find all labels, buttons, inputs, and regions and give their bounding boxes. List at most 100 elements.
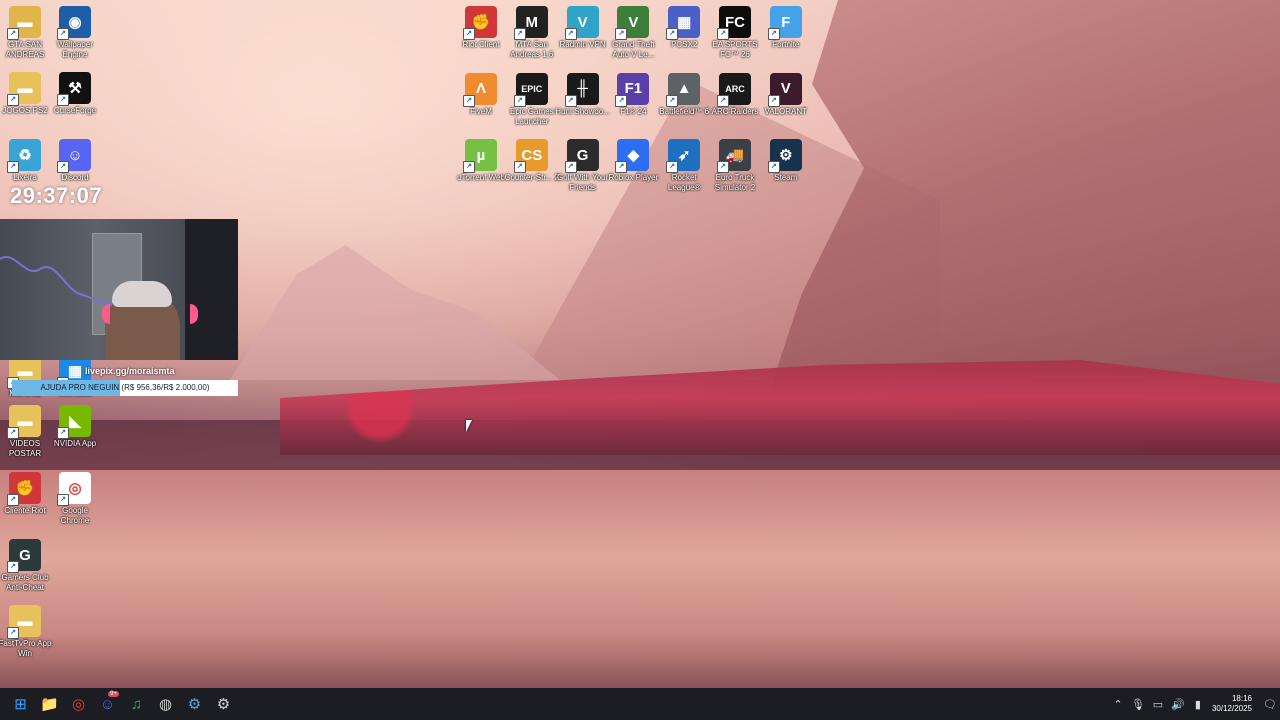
shortcut-arrow-icon: ↗ bbox=[615, 28, 628, 40]
desktop-icon-riot-client[interactable]: ✊ ↗ Riot Client bbox=[453, 4, 509, 50]
microphone-icon[interactable]: 🎙 bbox=[1128, 698, 1148, 711]
taskbar-apps: ⊞ 📁 ◎ ☺ 9+ ♫ ◍ ⚙ ⚙ bbox=[6, 688, 238, 720]
shortcut-arrow-icon: ↗ bbox=[7, 427, 19, 439]
desktop-icon-fortnite[interactable]: F ↗ Fortnite bbox=[758, 4, 814, 50]
shortcut-arrow-icon: ↗ bbox=[57, 494, 69, 506]
battlefield-6-icon: ▲ ↗ bbox=[666, 72, 701, 107]
desktop-icon-label: Steam bbox=[774, 173, 798, 182]
desktop-icon-label: Discord bbox=[61, 173, 89, 182]
desktop-icon-label: Wallpaper Engine bbox=[57, 40, 93, 59]
desktop-icon-cliente-riot[interactable]: ✊ ↗ Cliente Riot bbox=[0, 470, 53, 516]
desktop-icon-label: FiveM bbox=[470, 106, 492, 116]
taskbar: ⊞ 📁 ◎ ☺ 9+ ♫ ◍ ⚙ ⚙ ⌃ 🎙 ▭ 🔊 ▮ 18:16 30/12/2025 🗨 bbox=[0, 688, 1280, 720]
settings-icon[interactable]: ⚙ bbox=[209, 688, 238, 720]
chevron-up-icon[interactable]: ⌃ bbox=[1108, 698, 1128, 711]
shortcut-arrow-icon: ↗ bbox=[615, 94, 628, 107]
battery-icon[interactable]: ▮ bbox=[1188, 698, 1208, 711]
desktop-icon-mta-san-andreas[interactable]: M ↗ MTA San Andreas 1.6 bbox=[504, 4, 560, 60]
desktop-icon-ea-fc-26[interactable]: FC ↗ EA SPORTS FC™ 26 bbox=[707, 4, 763, 60]
wallpaper-engine-icon: ◉ ↗ bbox=[57, 6, 91, 40]
desktop-icon-utorrent[interactable]: µ ↗ uTorrent Web bbox=[453, 137, 509, 183]
desktop-icon-roblox-player[interactable]: ◆ ↗ Roblox Player bbox=[605, 137, 661, 183]
webcam-wall bbox=[185, 219, 238, 360]
curseforge-icon: ⚒ ↗ bbox=[57, 72, 91, 106]
desktop-icon-pcsx2[interactable]: ▦ ↗ PCSX2 bbox=[656, 4, 712, 50]
desktop-icon-counter-strike-2[interactable]: CS ↗ Counter-Str... 2 bbox=[504, 137, 560, 183]
desktop-icon-label: Gamers Club Anti-Cheat bbox=[1, 573, 49, 592]
discord-icon: ☺ ↗ bbox=[57, 139, 91, 173]
shortcut-arrow-icon: ↗ bbox=[717, 28, 729, 40]
desktop-icon-label: Cliente Riot bbox=[4, 506, 46, 515]
valorant-icon: V ↗ bbox=[767, 72, 802, 107]
shortcut-arrow-icon: ↗ bbox=[7, 161, 19, 173]
taskbar-clock[interactable]: 18:16 30/12/2025 bbox=[1212, 694, 1252, 714]
desktop-icon-wallpaper-engine[interactable]: ◉ ↗ Wallpaper Engine bbox=[47, 4, 103, 60]
desktop-icon-label: Epic Games Launcher bbox=[510, 106, 554, 126]
shortcut-arrow-icon: ↗ bbox=[717, 94, 729, 107]
webcam-overlay bbox=[0, 219, 238, 360]
shortcut-arrow-icon: ↗ bbox=[57, 28, 69, 40]
f1-24-icon: F1 ↗ bbox=[615, 72, 650, 107]
desktop-icon-discord[interactable]: ☺ ↗ Discord bbox=[47, 137, 103, 183]
desktop-icon-jogos-ps2[interactable]: ▬ ↗ JOGOS PS2 bbox=[0, 70, 53, 116]
desktop-icon-f1-24[interactable]: F1 ↗ F1® 24 bbox=[605, 71, 661, 117]
desktop-icon-radmin-vpn[interactable]: V ↗ Radmin VPN bbox=[555, 4, 611, 50]
notification-icon[interactable]: 🗨 bbox=[1260, 698, 1280, 711]
desktop-icon-golf-with-friends[interactable]: G ↗ Golf With Your Friends bbox=[555, 137, 611, 193]
desktop-icon-label: EA SPORTS FC™ 26 bbox=[712, 40, 758, 59]
desktop-icon-gamers-club[interactable]: G ↗ Gamers Club Anti-Cheat bbox=[0, 537, 53, 593]
desktop-icon-label: ARC Raiders bbox=[711, 106, 759, 116]
desktop-icon-fasttvpro[interactable]: ▬ ↗ FastTvPro App Win bbox=[0, 603, 53, 659]
start-button[interactable]: ⊞ bbox=[6, 688, 35, 720]
file-explorer-icon[interactable]: 📁 bbox=[35, 688, 64, 720]
desktop-icon-label: JOGOS PS2 bbox=[2, 106, 48, 115]
gamers-club-icon: G ↗ bbox=[7, 539, 41, 573]
desktop-icon-google-chrome[interactable]: ◎ ↗ Google Chrome bbox=[47, 470, 103, 526]
desktop-icon-epic-games[interactable]: EPIC ↗ Epic Games Launcher bbox=[504, 71, 560, 127]
mouse-cursor-icon bbox=[466, 420, 472, 432]
counter-strike-2-icon: CS ↗ bbox=[513, 139, 548, 173]
desktop-icon-hunt-showdown[interactable]: ╫ ↗ Hunt Showdo... bbox=[555, 71, 611, 117]
euro-truck-icon: 🚚 ↗ bbox=[717, 139, 751, 173]
desktop-icon-euro-truck[interactable]: 🚚 ↗ Euro Truck Simulator 2 bbox=[707, 137, 763, 193]
desktop-icon-gta-v[interactable]: V ↗ Grand Theft Auto V Le... bbox=[605, 4, 661, 60]
roblox-player-icon: ◆ ↗ bbox=[615, 139, 650, 173]
taskbar-date: 30/12/2025 bbox=[1211, 704, 1252, 713]
chrome-icon[interactable]: ◎ bbox=[64, 688, 93, 720]
shortcut-arrow-icon: ↗ bbox=[615, 161, 628, 173]
desktop-icon-label: Rocket League® bbox=[667, 173, 701, 192]
shortcut-arrow-icon: ↗ bbox=[666, 161, 679, 173]
shortcut-arrow-icon: ↗ bbox=[7, 561, 19, 573]
steam-icon: ⚙ ↗ bbox=[767, 139, 802, 173]
obs-icon[interactable]: ◍ bbox=[151, 688, 180, 720]
riot-client-icon: ✊ ↗ bbox=[463, 6, 497, 40]
desktop-icon-label: Counter-Str... 2 bbox=[504, 173, 559, 182]
desktop-icon-curseforge[interactable]: ⚒ ↗ CurseForge bbox=[47, 70, 103, 116]
desktop-icon-label: PCSX2 bbox=[671, 40, 698, 49]
volume-icon[interactable]: 🔊 bbox=[1168, 698, 1188, 711]
discord-icon[interactable]: ☺ 9+ bbox=[93, 688, 122, 720]
shortcut-arrow-icon: ↗ bbox=[717, 161, 729, 173]
desktop-icon-label: Golf With Your Friends bbox=[557, 173, 609, 192]
desktop-icon-nvidia-app[interactable]: ◣ ↗ NVIDIA App bbox=[47, 403, 103, 449]
desktop-icon-videos-postar[interactable]: ▬ ↗ VIDEOS POSTAR bbox=[0, 403, 53, 459]
spotify-icon[interactable]: ♫ bbox=[122, 688, 151, 720]
shortcut-arrow-icon: ↗ bbox=[767, 94, 780, 107]
desktop-icon-arc-raiders[interactable]: ARC ↗ ARC Raiders bbox=[707, 71, 763, 117]
desktop-icon-valorant[interactable]: V ↗ VALORANT bbox=[758, 71, 814, 117]
desktop-icon-battlefield-6[interactable]: ▲ ↗ Battlefield™ 6 bbox=[656, 71, 712, 117]
desktop-icon-label: FastTvPro App Win bbox=[0, 639, 52, 658]
network-icon[interactable]: ▭ bbox=[1148, 698, 1168, 711]
desktop-icon-steam[interactable]: ⚙ ↗ Steam bbox=[758, 137, 814, 183]
desktop-icon-label: Euro Truck Simulator 2 bbox=[714, 173, 756, 192]
shortcut-arrow-icon: ↗ bbox=[463, 161, 475, 173]
google-chrome-icon: ◎ ↗ bbox=[57, 472, 91, 506]
desktop-icon-fivem[interactable]: Λ ↗ FiveM bbox=[453, 71, 509, 117]
donation-link: livepix.gg/moraismta bbox=[85, 366, 175, 376]
shortcut-arrow-icon: ↗ bbox=[7, 627, 19, 639]
steam-icon[interactable]: ⚙ bbox=[180, 688, 209, 720]
desktop-icon-rocket-league[interactable]: ➶ ↗ Rocket League® bbox=[656, 137, 712, 193]
desktop-icon-gta-san-andreas[interactable]: ▬ ↗ GTA SAN ANDREAS bbox=[0, 4, 53, 60]
desktop-icon-label: Riot Client bbox=[462, 40, 500, 49]
desktop-icon-lixeira[interactable]: ♻ ↗ Lixeira bbox=[0, 137, 53, 183]
